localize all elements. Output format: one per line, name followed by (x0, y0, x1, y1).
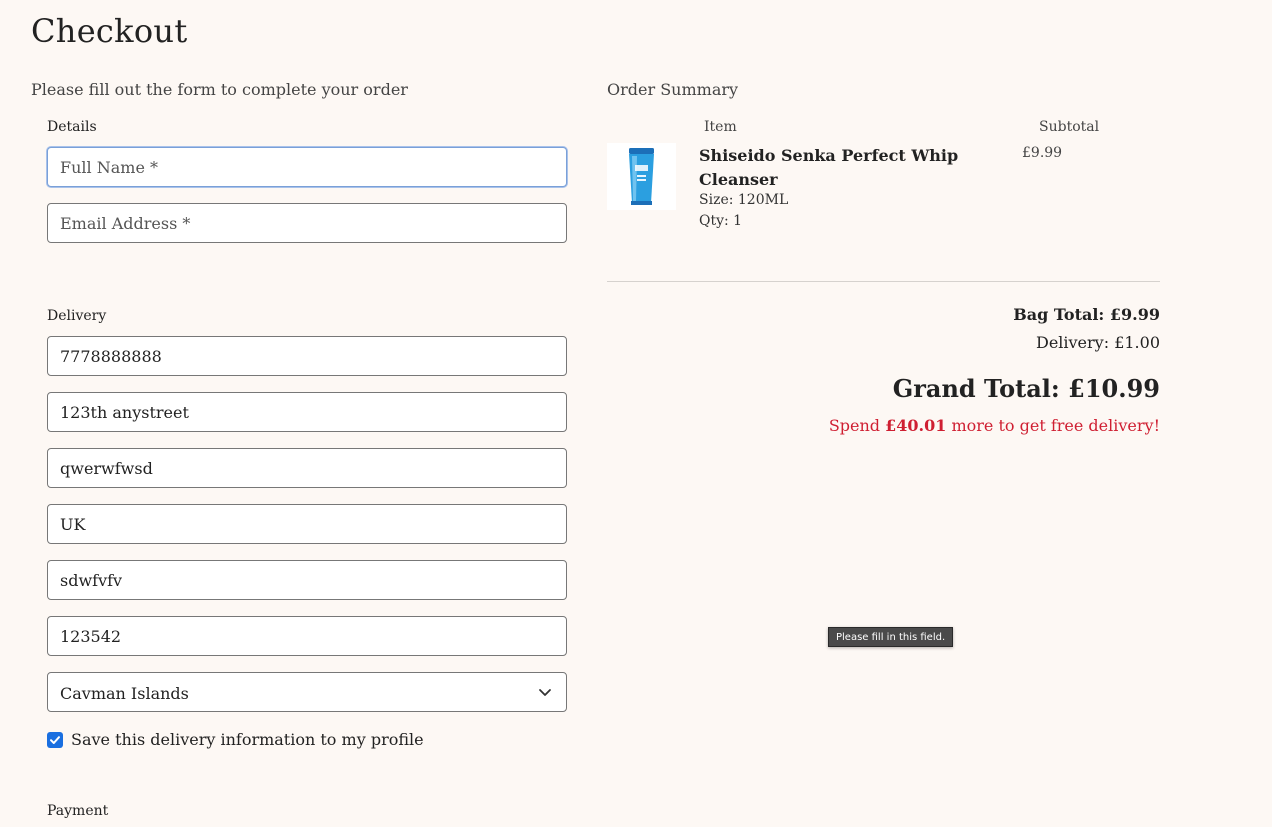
save-delivery-info-checkbox[interactable] (47, 732, 63, 748)
country-select[interactable]: Cavman Islands (47, 672, 567, 712)
full-name-input[interactable] (47, 147, 567, 187)
street-address-2-input[interactable] (47, 448, 567, 488)
bag-total: Bag Total: £9.99 (1013, 305, 1160, 324)
delivery-section-label: Delivery (47, 308, 107, 324)
validation-tooltip: Please fill in this field. (828, 627, 954, 647)
product-quantity: Qty: 1 (699, 213, 743, 229)
free-delivery-amount: £40.01 (885, 416, 947, 435)
item-column-header: Item (704, 119, 737, 135)
summary-divider (607, 281, 1160, 282)
page-title: Checkout (31, 12, 188, 50)
phone-number-input[interactable] (47, 336, 567, 376)
product-size: Size: 120ML (699, 192, 789, 208)
town-city-input[interactable] (47, 504, 567, 544)
product-image (607, 143, 676, 210)
free-delivery-suffix: more to get free delivery! (946, 416, 1160, 435)
save-delivery-info-label[interactable]: Save this delivery information to my pro… (71, 730, 424, 749)
free-delivery-prefix: Spend (828, 416, 886, 435)
subtotal-column-header: Subtotal (1039, 119, 1100, 135)
product-name: Shiseido Senka Perfect Whip Cleanser (699, 146, 959, 189)
postcode-input[interactable] (47, 616, 567, 656)
county-input[interactable] (47, 560, 567, 600)
page-subtitle: Please fill out the form to complete you… (31, 80, 408, 99)
free-delivery-message: Spend £40.01 more to get free delivery! (829, 416, 1160, 435)
chevron-down-icon (539, 689, 551, 696)
email-input[interactable] (47, 203, 567, 243)
details-section-label: Details (47, 119, 97, 135)
grand-total: Grand Total: £10.99 (892, 374, 1160, 403)
check-icon (50, 736, 60, 744)
product-subtotal: £9.99 (1022, 145, 1063, 161)
payment-section-label: Payment (47, 803, 109, 819)
country-select-value: Cavman Islands (60, 684, 189, 703)
order-summary-title: Order Summary (607, 80, 739, 99)
street-address-1-input[interactable] (47, 392, 567, 432)
delivery-total: Delivery: £1.00 (1035, 333, 1160, 352)
